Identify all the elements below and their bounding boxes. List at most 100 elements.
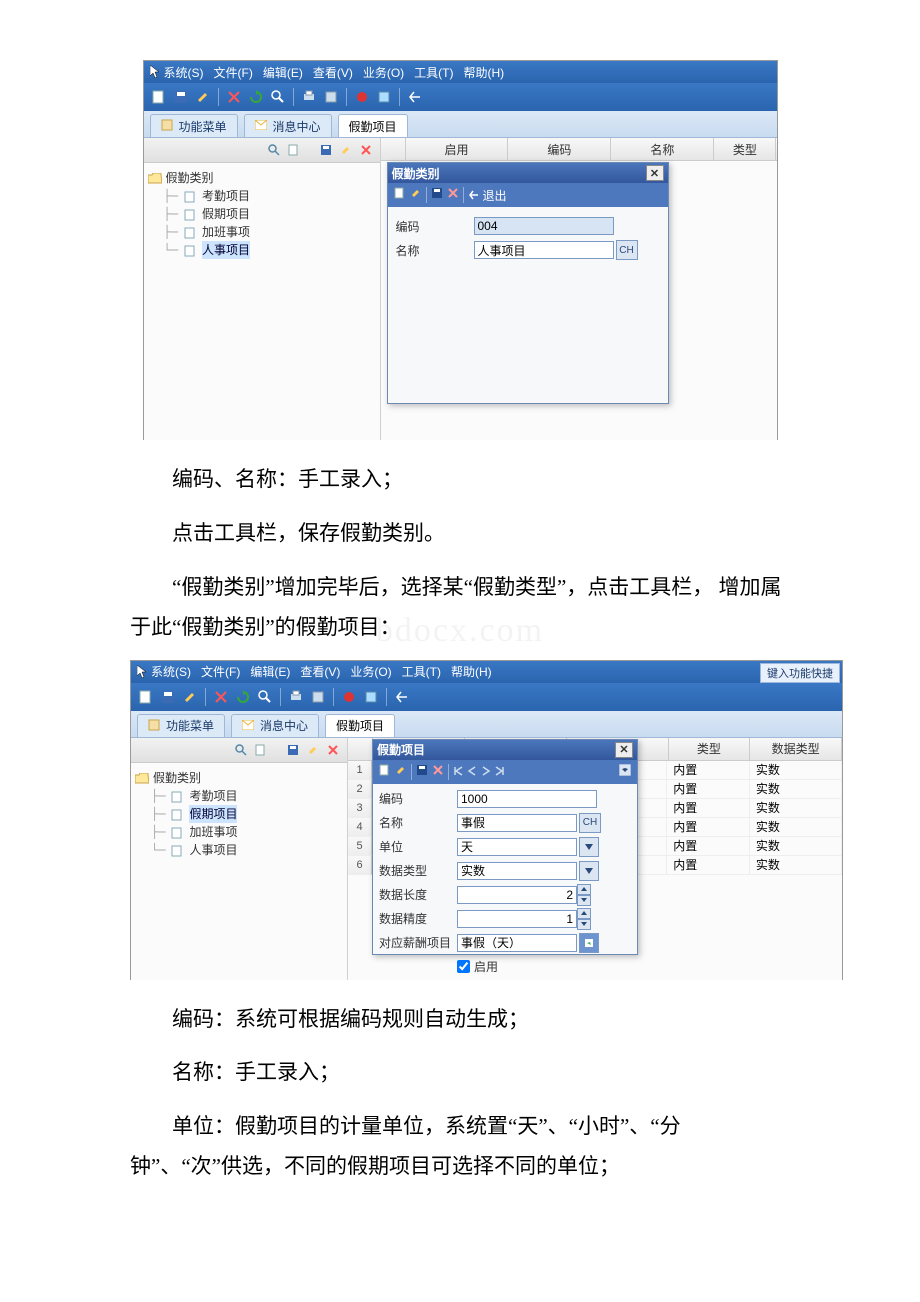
menu-tool[interactable]: 工具(T): [402, 663, 441, 680]
save-icon[interactable]: [159, 688, 177, 706]
new-icon[interactable]: [253, 742, 269, 758]
tab-message-center[interactable]: 消息中心: [231, 714, 319, 737]
menu-view[interactable]: 查看(V): [313, 64, 353, 81]
menu-biz[interactable]: 业务(O): [363, 64, 404, 81]
search-icon[interactable]: [233, 742, 249, 758]
edit-icon[interactable]: [305, 742, 321, 758]
edit-icon[interactable]: [338, 142, 354, 158]
new-icon[interactable]: [150, 88, 168, 106]
menu-system[interactable]: 系统(S): [164, 64, 204, 81]
tab-attendance-item[interactable]: 假勤项目: [338, 114, 408, 137]
delete-icon[interactable]: [432, 763, 444, 781]
save-icon[interactable]: [318, 142, 334, 158]
grid-header-type[interactable]: 类型: [669, 738, 751, 760]
next-icon[interactable]: [481, 763, 491, 781]
dropdown-button[interactable]: [579, 861, 599, 881]
field-name-input[interactable]: [457, 814, 577, 832]
save-icon[interactable]: [431, 186, 443, 204]
tab-message-center[interactable]: 消息中心: [244, 114, 332, 137]
delete-icon[interactable]: [212, 688, 230, 706]
menu-help[interactable]: 帮助(H): [463, 64, 504, 81]
exit-icon[interactable]: [406, 88, 424, 106]
grid-header-type[interactable]: 类型: [714, 138, 776, 160]
grid-header-code[interactable]: 编码: [508, 138, 611, 160]
stop-icon[interactable]: [353, 88, 371, 106]
grid-header-name[interactable]: 名称: [611, 138, 714, 160]
menu-edit[interactable]: 编辑(E): [263, 64, 303, 81]
field-unit-input[interactable]: [457, 838, 577, 856]
spinner-down[interactable]: [577, 895, 591, 906]
tree-child-2[interactable]: 加班事项: [148, 223, 376, 241]
edit-icon[interactable]: [181, 688, 199, 706]
prev-icon[interactable]: [467, 763, 477, 781]
spinner-down[interactable]: [577, 919, 591, 930]
spinner-up[interactable]: [577, 884, 591, 895]
field-dprec-input[interactable]: [457, 910, 577, 928]
spinner[interactable]: [577, 884, 591, 906]
edit-icon[interactable]: [194, 88, 212, 106]
menu-file[interactable]: 文件(F): [214, 64, 253, 81]
exit-icon[interactable]: [393, 688, 411, 706]
tree-child-3[interactable]: 人事项目: [135, 841, 343, 859]
search-icon[interactable]: [269, 88, 287, 106]
new-icon[interactable]: [394, 186, 406, 204]
menu-file[interactable]: 文件(F): [201, 663, 240, 680]
field-dlen-input[interactable]: [457, 886, 577, 904]
last-icon[interactable]: [495, 763, 505, 781]
enable-checkbox[interactable]: [457, 960, 470, 973]
field-name-input[interactable]: [474, 241, 614, 259]
field-code-input[interactable]: [457, 790, 597, 808]
tree-root[interactable]: 假勤类别: [148, 169, 376, 187]
tab-function-menu[interactable]: 功能菜单: [137, 714, 225, 737]
spinner-up[interactable]: [577, 908, 591, 919]
ime-indicator[interactable]: CH: [616, 240, 638, 260]
delete-icon[interactable]: [225, 88, 243, 106]
print-icon[interactable]: [287, 688, 305, 706]
grid-header-datatype[interactable]: 数据类型: [750, 738, 842, 760]
tab-function-menu[interactable]: 功能菜单: [150, 114, 238, 137]
dropdown-button[interactable]: [579, 837, 599, 857]
new-icon[interactable]: [379, 763, 391, 781]
preview-icon[interactable]: [322, 88, 340, 106]
grid-header-enable[interactable]: 启用: [406, 138, 509, 160]
close-button[interactable]: ✕: [646, 165, 664, 181]
save-icon[interactable]: [416, 763, 428, 781]
menu-edit[interactable]: 编辑(E): [250, 663, 290, 680]
tree-child-3[interactable]: 人事项目: [148, 241, 376, 259]
edit-icon[interactable]: [410, 186, 422, 204]
tree-child-0[interactable]: 考勤项目: [135, 787, 343, 805]
field-payitem-input[interactable]: [457, 934, 577, 952]
export-icon[interactable]: [375, 88, 393, 106]
dropdown-icon[interactable]: [619, 763, 631, 781]
menu-view[interactable]: 查看(V): [300, 663, 340, 680]
tab-attendance-item[interactable]: 假勤项目: [325, 714, 395, 737]
tree-child-0[interactable]: 考勤项目: [148, 187, 376, 205]
exit-button[interactable]: 退出: [468, 187, 507, 204]
stop-icon[interactable]: [340, 688, 358, 706]
edit-icon[interactable]: [395, 763, 407, 781]
preview-icon[interactable]: [309, 688, 327, 706]
tree-root[interactable]: 假勤类别: [135, 769, 343, 787]
first-icon[interactable]: [453, 763, 463, 781]
print-icon[interactable]: [300, 88, 318, 106]
tree-child-1[interactable]: 假期项目: [148, 205, 376, 223]
delete-icon[interactable]: [358, 142, 374, 158]
save-icon[interactable]: [285, 742, 301, 758]
menu-help[interactable]: 帮助(H): [451, 663, 492, 680]
save-icon[interactable]: [172, 88, 190, 106]
search-icon[interactable]: [266, 142, 282, 158]
field-dtype-input[interactable]: [457, 862, 577, 880]
close-button[interactable]: ✕: [615, 742, 633, 758]
delete-icon[interactable]: [325, 742, 341, 758]
menu-tool[interactable]: 工具(T): [414, 64, 453, 81]
export-icon[interactable]: [362, 688, 380, 706]
refresh-icon[interactable]: [247, 88, 265, 106]
refresh-icon[interactable]: [234, 688, 252, 706]
tree-child-2[interactable]: 加班事项: [135, 823, 343, 841]
ime-indicator[interactable]: CH: [579, 813, 601, 833]
new-icon[interactable]: [137, 688, 155, 706]
menu-biz[interactable]: 业务(O): [350, 663, 391, 680]
lookup-button[interactable]: [579, 933, 599, 953]
new-icon[interactable]: [286, 142, 302, 158]
menu-system[interactable]: 系统(S): [151, 663, 191, 680]
